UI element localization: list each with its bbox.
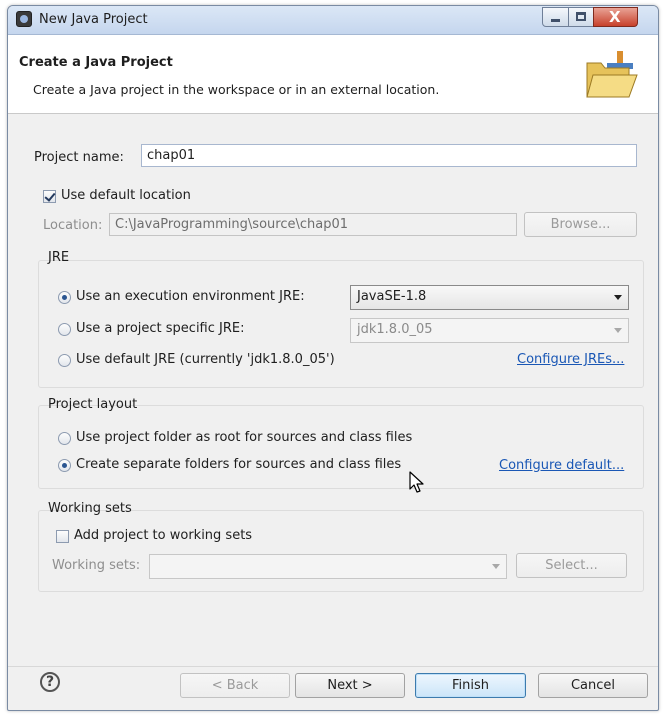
jre-group-title: JRE <box>48 250 70 265</box>
maximize-button[interactable] <box>568 7 594 27</box>
execution-environment-select[interactable]: JavaSE-1.8 <box>350 285 629 310</box>
back-button[interactable]: < Back <box>180 673 290 698</box>
add-to-working-sets-checkbox[interactable] <box>56 530 69 543</box>
eclipse-icon <box>16 11 32 27</box>
wizard-description: Create a Java project in the workspace o… <box>33 82 440 97</box>
close-icon: X <box>609 8 621 26</box>
default-jre-label: Use default JRE (currently 'jdk1.8.0_05'… <box>76 352 335 367</box>
window-title: New Java Project <box>39 12 148 27</box>
java-folder-icon <box>586 51 638 98</box>
chevron-down-icon <box>614 328 622 333</box>
use-default-location-label: Use default location <box>61 188 191 203</box>
project-name-label: Project name: <box>34 150 124 165</box>
chevron-down-icon <box>614 295 622 300</box>
footer-divider <box>8 666 658 667</box>
close-button[interactable]: X <box>593 7 638 27</box>
project-folder-root-radio[interactable] <box>58 432 71 445</box>
title-bar[interactable]: New Java Project X <box>8 6 658 35</box>
working-sets-group <box>38 510 644 592</box>
default-jre-radio[interactable] <box>58 354 71 367</box>
mouse-pointer-icon <box>409 471 424 493</box>
configure-jres-link[interactable]: Configure JREs... <box>517 352 624 367</box>
separate-folders-label: Create separate folders for sources and … <box>76 457 402 472</box>
project-layout-group-title: Project layout <box>48 397 138 412</box>
separate-folders-radio[interactable] <box>58 459 71 472</box>
project-folder-root-label: Use project folder as root for sources a… <box>76 430 413 445</box>
help-icon[interactable]: ? <box>40 672 60 692</box>
maximize-icon <box>576 12 586 21</box>
add-to-working-sets-label: Add project to working sets <box>74 528 253 543</box>
next-button[interactable]: Next > <box>295 673 405 698</box>
minimize-icon <box>551 19 560 22</box>
wizard-header: Create a Java Project Create a Java proj… <box>8 35 658 114</box>
project-specific-jre-value: jdk1.8.0_05 <box>357 322 433 337</box>
project-specific-jre-select[interactable]: jdk1.8.0_05 <box>350 318 629 343</box>
project-name-input[interactable] <box>141 144 637 167</box>
configure-default-link[interactable]: Configure default... <box>499 458 624 473</box>
wizard-title: Create a Java Project <box>19 55 173 70</box>
location-input[interactable] <box>109 213 517 236</box>
working-sets-group-title: Working sets <box>48 501 132 516</box>
new-java-project-dialog: New Java Project X Create a Java Project… <box>7 5 659 711</box>
execution-environment-jre-radio[interactable] <box>58 291 71 304</box>
location-label: Location: <box>43 218 103 233</box>
execution-environment-jre-label: Use an execution environment JRE: <box>76 289 305 304</box>
execution-environment-value: JavaSE-1.8 <box>357 289 427 304</box>
working-sets-label: Working sets: <box>52 558 141 573</box>
project-specific-jre-label: Use a project specific JRE: <box>76 321 245 336</box>
chevron-down-icon <box>492 564 500 569</box>
project-layout-group <box>38 405 644 489</box>
finish-button[interactable]: Finish <box>415 673 526 698</box>
minimize-button[interactable] <box>542 7 569 27</box>
cancel-button[interactable]: Cancel <box>538 673 648 698</box>
working-sets-select[interactable] <box>149 554 507 579</box>
use-default-location-checkbox[interactable] <box>43 190 56 203</box>
project-specific-jre-radio[interactable] <box>58 323 71 336</box>
browse-button[interactable]: Browse... <box>524 212 637 237</box>
select-working-sets-button[interactable]: Select... <box>516 553 627 578</box>
